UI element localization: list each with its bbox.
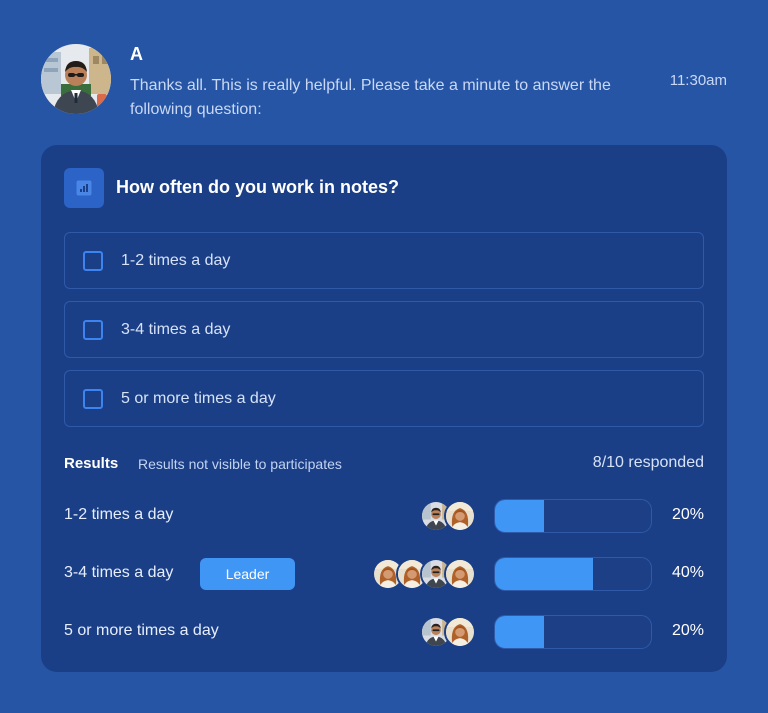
- poll-option[interactable]: 3-4 times a day: [64, 301, 704, 358]
- poll-option[interactable]: 5 or more times a day: [64, 370, 704, 427]
- result-progress-bar: [494, 557, 652, 591]
- woman-avatar: [444, 616, 476, 648]
- result-label: 1-2 times a day: [64, 506, 174, 523]
- chat-message: A Thanks all. This is really helpful. Pl…: [41, 44, 731, 124]
- option-label: 3-4 times a day: [121, 320, 231, 338]
- woman-avatar: [444, 558, 476, 590]
- voter-avatars[interactable]: [372, 558, 480, 590]
- result-progress-fill: [495, 558, 593, 590]
- option-label: 1-2 times a day: [121, 251, 231, 269]
- responded-count: 8/10 responded: [592, 454, 704, 471]
- results-visibility-note: Results not visible to participates: [138, 456, 342, 472]
- poll-question: How often do you work in notes?: [116, 177, 399, 197]
- result-progress-fill: [495, 500, 544, 532]
- result-percent: 20%: [671, 622, 704, 639]
- option-label: 5 or more times a day: [121, 389, 276, 407]
- message-time: 11:30am: [669, 72, 727, 89]
- result-percent: 40%: [671, 564, 704, 581]
- result-progress-fill: [495, 616, 544, 648]
- voter-avatars[interactable]: [420, 500, 480, 532]
- bar-chart-icon: [64, 168, 104, 208]
- voter-avatars[interactable]: [420, 616, 480, 648]
- result-row: 5 or more times a day 20%: [64, 615, 704, 649]
- result-progress-bar: [494, 615, 652, 649]
- woman-avatar: [444, 500, 476, 532]
- sender-avatar[interactable]: [41, 44, 111, 114]
- results-title: Results: [64, 455, 119, 472]
- poll-card: How often do you work in notes? 1-2 time…: [41, 145, 727, 672]
- leader-badge: Leader: [200, 558, 295, 590]
- poll-option[interactable]: 1-2 times a day: [64, 232, 704, 289]
- option-checkbox[interactable]: [83, 250, 103, 271]
- result-percent: 20%: [671, 506, 704, 523]
- result-row: 1-2 times a day 20%: [64, 499, 704, 533]
- sender-name: A: [130, 44, 143, 64]
- result-label: 3-4 times a day: [64, 564, 174, 581]
- result-progress-bar: [494, 499, 652, 533]
- result-row: 3-4 times a day Leader 40%: [64, 557, 704, 591]
- message-text: Thanks all. This is really helpful. Plea…: [130, 77, 611, 118]
- option-checkbox[interactable]: [83, 388, 103, 409]
- option-checkbox[interactable]: [83, 319, 103, 340]
- result-label: 5 or more times a day: [64, 622, 219, 639]
